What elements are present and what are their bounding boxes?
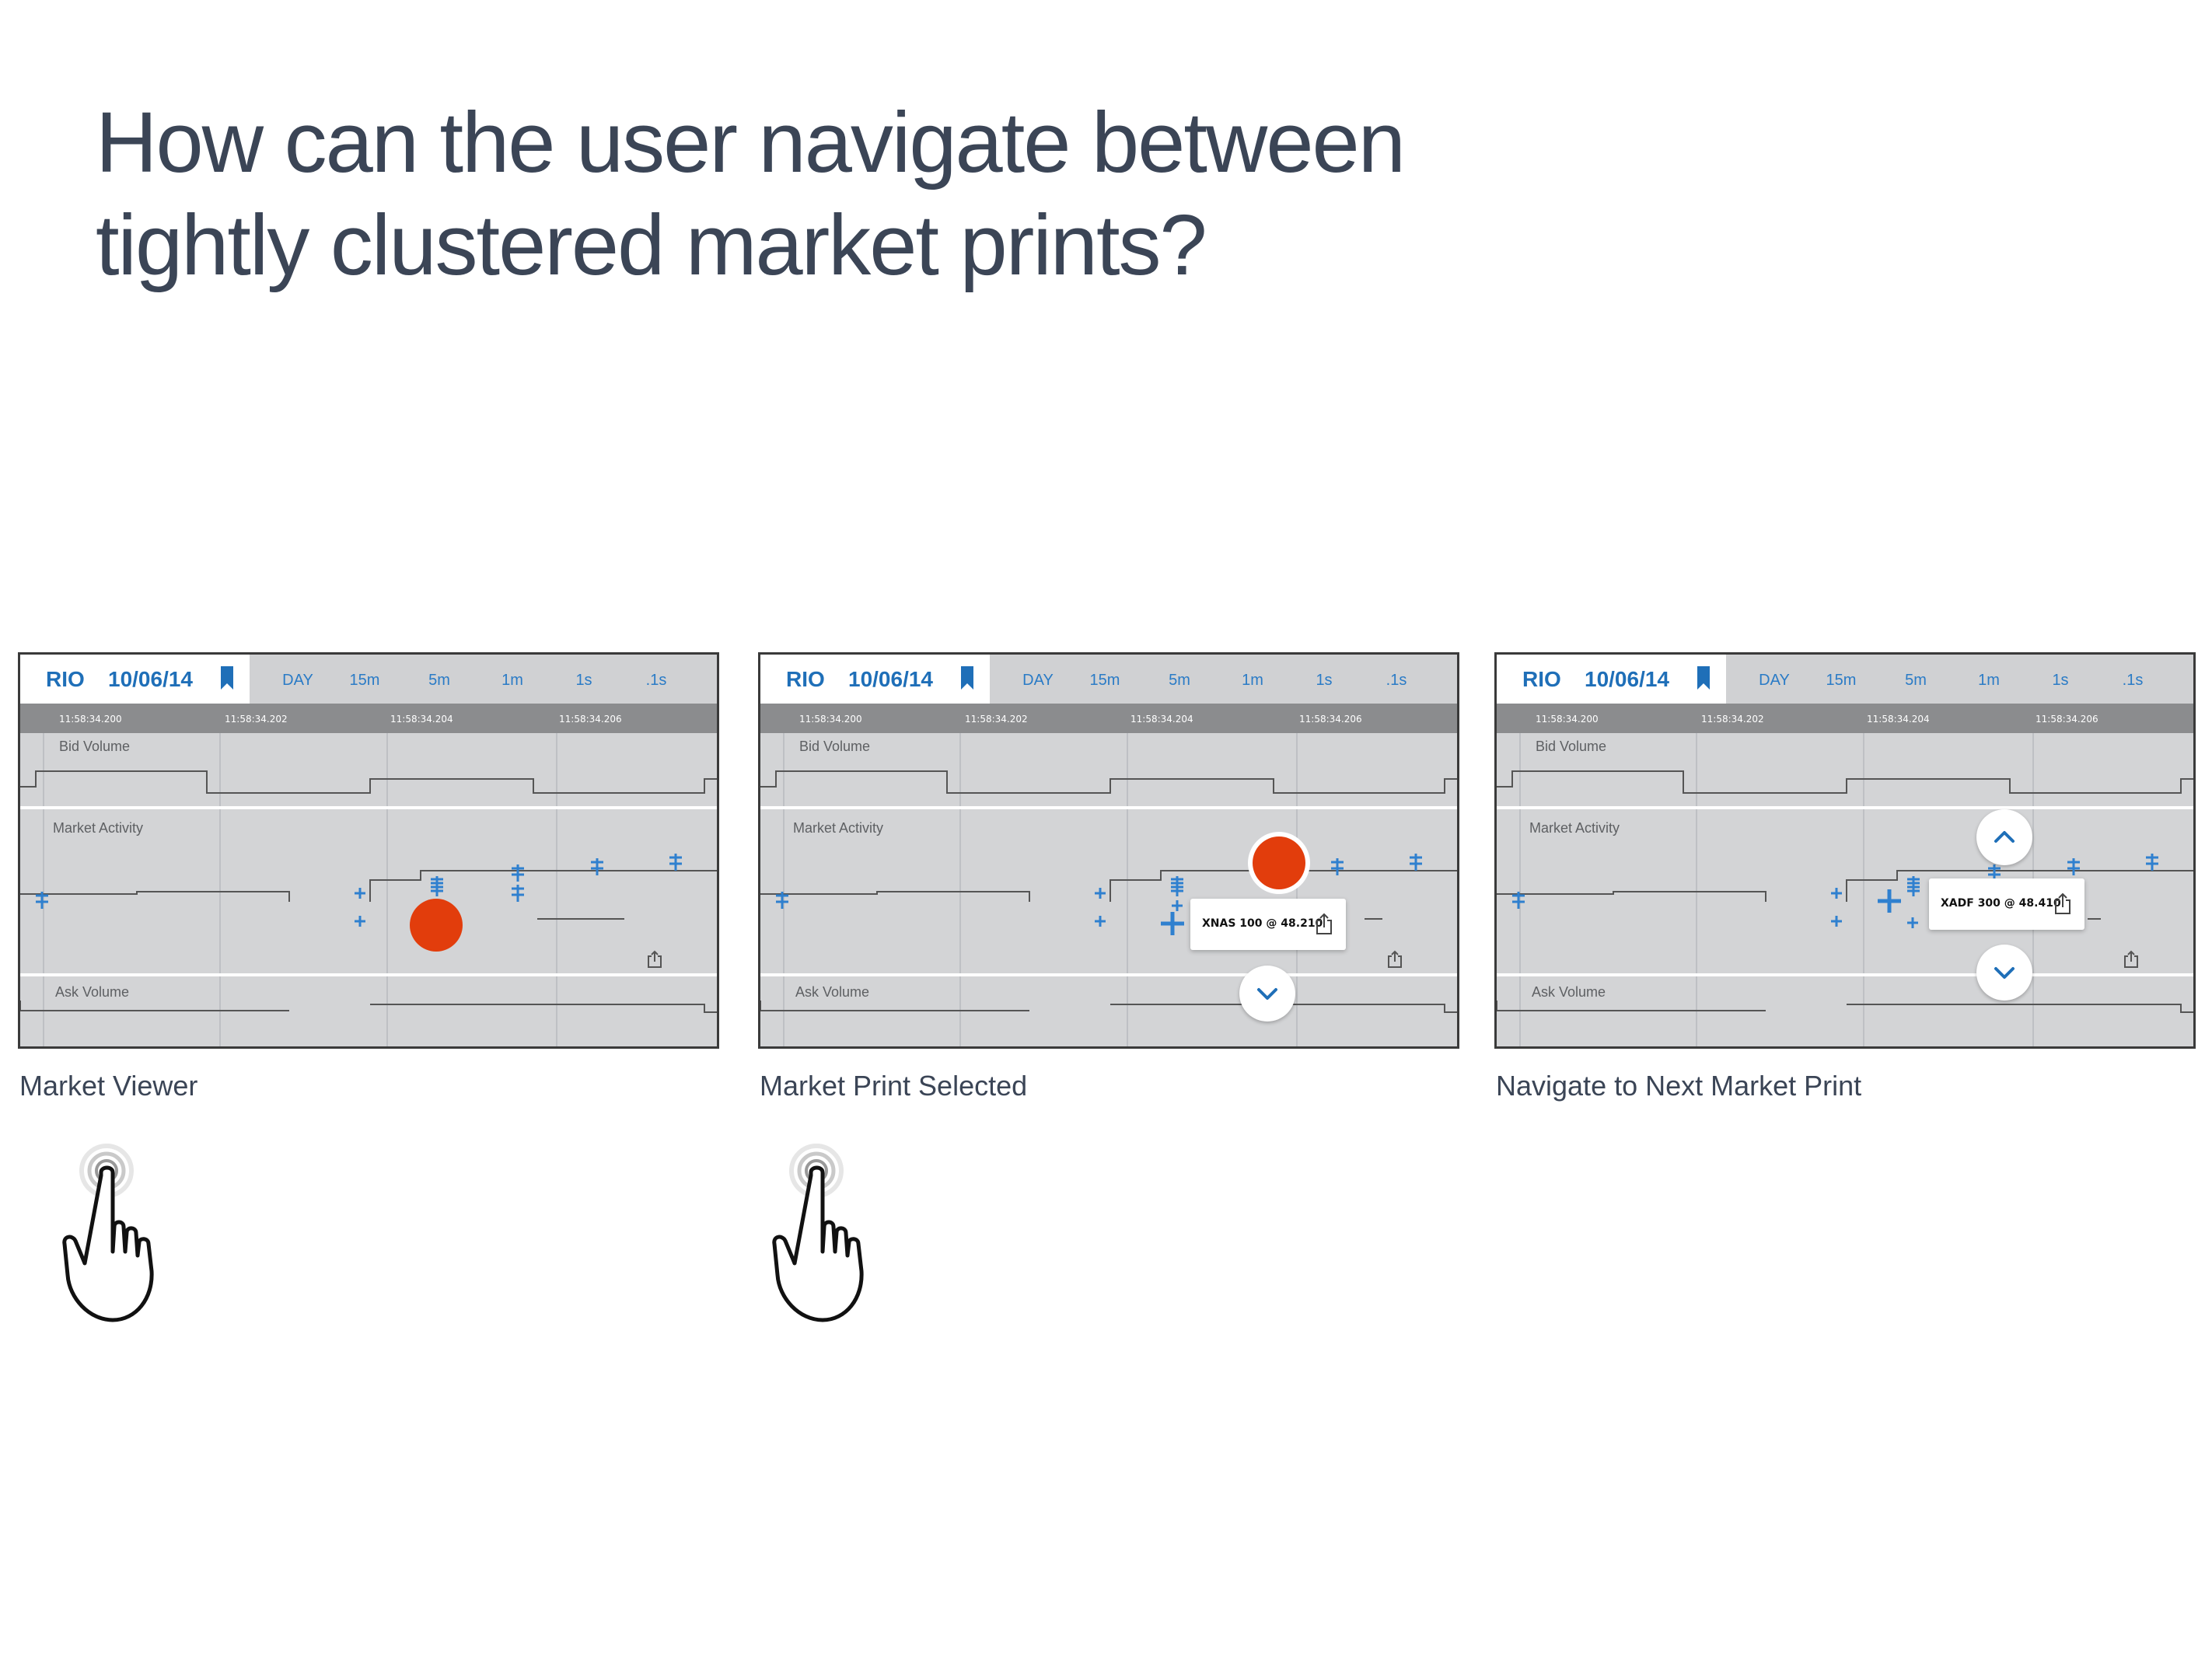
chevron-up-icon xyxy=(1994,831,2015,843)
navigate-next-print-panel: RIO 10/06/14 DAY 15m 5m 1m 1s .1s 11:58:… xyxy=(1494,652,2196,1049)
lane-divider xyxy=(1497,806,2193,809)
hand-tap-icon xyxy=(62,1144,154,1322)
lane-divider xyxy=(20,806,717,809)
caption-market-viewer: Market Viewer xyxy=(19,1070,198,1102)
lane-label-activity: Market Activity xyxy=(793,820,884,836)
share-icon[interactable] xyxy=(2123,950,2139,969)
previous-print-button[interactable] xyxy=(1976,809,2032,865)
tooltip-text: XADF 300 @ 48.410 xyxy=(1941,897,2061,910)
market-print-selected-panel: RIO 10/06/14 DAY 15m 5m 1m 1s .1s 11:58:… xyxy=(758,652,1459,1049)
chevron-down-icon xyxy=(1994,967,2015,979)
headline-line-2: tightly clustered market prints? xyxy=(96,197,1207,293)
page-headline: How can the user navigate between tightl… xyxy=(96,92,1573,297)
lane-divider xyxy=(20,973,717,976)
share-icon[interactable] xyxy=(1315,913,1333,936)
caption-navigate-next: Navigate to Next Market Print xyxy=(1496,1070,1862,1102)
touch-indicator xyxy=(1253,836,1305,889)
hand-tap-icon xyxy=(772,1144,864,1322)
market-print-tooltip[interactable]: XADF 300 @ 48.410 xyxy=(1929,878,2084,930)
market-viewer-panel: RIO 10/06/14 DAY 15m 5m 1m 1s .1s 11:58:… xyxy=(18,652,719,1049)
lane-label-activity: Market Activity xyxy=(53,820,144,836)
lane-divider xyxy=(1497,973,2193,976)
tooltip-text: XNAS 100 @ 48.210 xyxy=(1202,917,1323,930)
lane-divider xyxy=(760,973,1457,976)
chevron-down-icon xyxy=(1257,988,1277,1000)
next-print-button[interactable] xyxy=(1976,945,2032,1001)
market-print-tooltip[interactable]: XNAS 100 @ 48.210 xyxy=(1190,899,1346,950)
next-print-button[interactable] xyxy=(1239,966,1295,1022)
lane-label-activity: Market Activity xyxy=(1529,820,1620,836)
lane-label-ask: Ask Volume xyxy=(1532,984,1606,1000)
headline-line-1: How can the user navigate between xyxy=(96,95,1406,190)
lane-divider xyxy=(760,806,1457,809)
lane-label-ask: Ask Volume xyxy=(795,984,870,1000)
share-icon[interactable] xyxy=(2053,892,2072,916)
share-icon[interactable] xyxy=(647,950,662,969)
lane-label-bid: Bid Volume xyxy=(59,739,131,754)
lane-label-bid: Bid Volume xyxy=(1536,739,1607,754)
lane-label-ask: Ask Volume xyxy=(55,984,130,1000)
lane-label-bid: Bid Volume xyxy=(799,739,871,754)
caption-print-selected: Market Print Selected xyxy=(760,1070,1028,1102)
share-icon[interactable] xyxy=(1387,950,1403,969)
touch-indicator xyxy=(410,899,463,952)
